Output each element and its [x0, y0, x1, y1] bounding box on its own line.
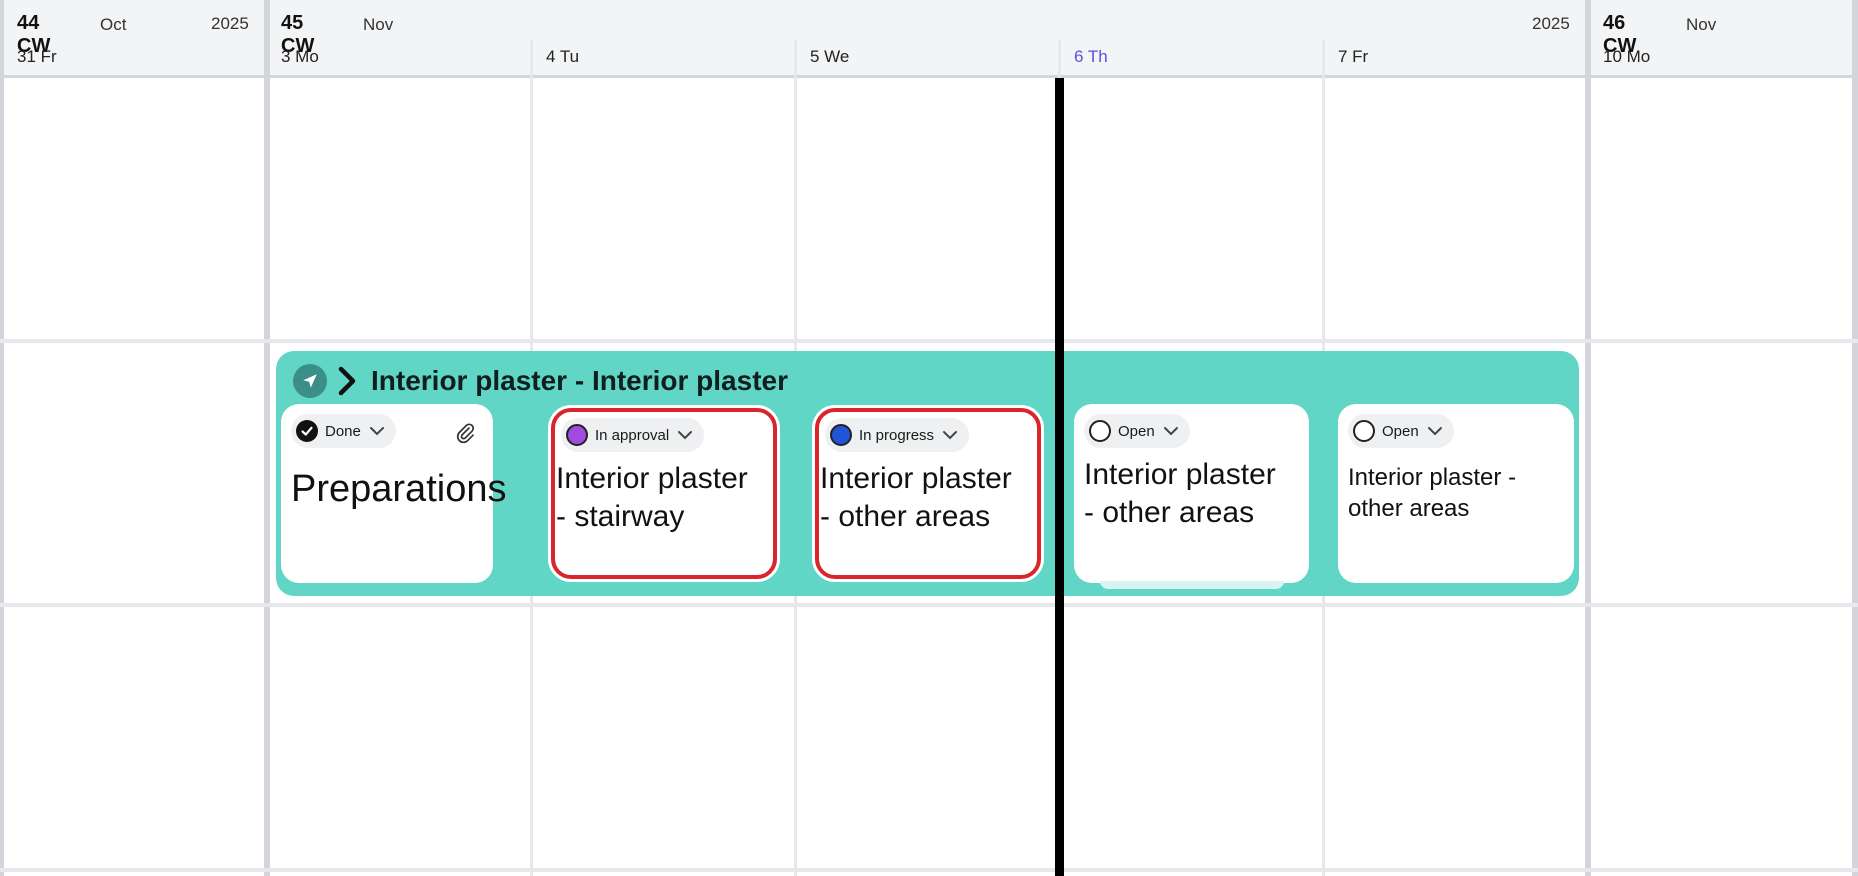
week-divider: [264, 0, 270, 876]
row-divider: [0, 603, 1858, 607]
chevron-down-icon: [1427, 427, 1442, 436]
status-dropdown[interactable]: Done: [291, 414, 396, 448]
check-circle-icon: [296, 420, 318, 442]
today-line: [1055, 78, 1064, 876]
task-card-stairway[interactable]: In approval Interior plaster - stairway: [551, 408, 777, 579]
timeline-header: 44 CW Oct 2025 45 CW Nov 2025 46 CW Nov …: [0, 0, 1858, 78]
year-label: 2025: [1532, 14, 1570, 33]
empty-circle-icon: [1353, 420, 1375, 442]
status-label: Open: [1118, 422, 1155, 440]
task-group[interactable]: Interior plaster - Interior plaster Done…: [276, 351, 1579, 596]
task-card-other-areas-3[interactable]: Open Interior plaster - other areas: [1338, 404, 1574, 583]
status-dot-icon: [830, 424, 852, 446]
chevron-down-icon: [678, 431, 693, 440]
status-dot-icon: [566, 424, 588, 446]
status-dropdown[interactable]: Open: [1084, 414, 1190, 448]
week-divider: [0, 0, 4, 876]
day-label-5-we[interactable]: 5 We: [810, 47, 849, 67]
status-label: In approval: [595, 426, 670, 444]
chevron-down-icon: [1163, 427, 1178, 436]
group-title[interactable]: Interior plaster - Interior plaster: [371, 365, 788, 397]
chevron-down-icon: [369, 427, 384, 436]
navigation-arrow-icon[interactable]: [293, 364, 327, 398]
month-label: Nov: [363, 15, 394, 34]
task-title: Interior plaster - other areas: [820, 462, 1012, 533]
task-card-preparations[interactable]: Done Preparations: [281, 404, 506, 583]
task-title: Interior plaster - stairway: [556, 462, 748, 533]
month-label: Oct: [100, 15, 127, 34]
chevron-down-icon: [943, 431, 958, 440]
status-label: In progress: [859, 426, 935, 444]
empty-circle-icon: [1089, 420, 1111, 442]
day-label-10-mo[interactable]: 10 Mo: [1603, 47, 1650, 67]
task-title: Interior plaster - other areas: [1084, 458, 1276, 529]
stacked-card-edge: [1100, 581, 1284, 589]
task-title: Interior plaster - other areas: [1348, 464, 1517, 522]
day-label-31-fr[interactable]: 31 Fr: [17, 47, 57, 67]
status-dropdown[interactable]: In approval: [561, 418, 705, 452]
month-label: Nov: [1686, 15, 1717, 34]
task-card-other-areas-1[interactable]: In progress Interior plaster - other are…: [815, 408, 1041, 579]
task-title: Preparations: [291, 468, 507, 510]
day-label-6-th-today[interactable]: 6 Th: [1074, 47, 1108, 67]
status-label: Open: [1382, 422, 1419, 440]
row-divider: [0, 868, 1858, 872]
day-label-7-fr[interactable]: 7 Fr: [1338, 47, 1368, 67]
row-divider: [0, 339, 1858, 343]
task-card-other-areas-2[interactable]: Open Interior plaster - other areas: [1074, 404, 1309, 583]
day-label-3-mo[interactable]: 3 Mo: [281, 47, 319, 67]
paperclip-icon[interactable]: [455, 422, 475, 444]
status-dropdown[interactable]: Open: [1348, 414, 1454, 448]
week-divider: [1852, 0, 1858, 876]
week-divider: [1585, 0, 1591, 876]
chevron-right-icon[interactable]: [334, 363, 360, 399]
year-label: 2025: [211, 14, 249, 33]
day-label-4-tu[interactable]: 4 Tu: [546, 47, 579, 67]
status-label: Done: [325, 422, 361, 440]
status-dropdown[interactable]: In progress: [825, 418, 970, 452]
